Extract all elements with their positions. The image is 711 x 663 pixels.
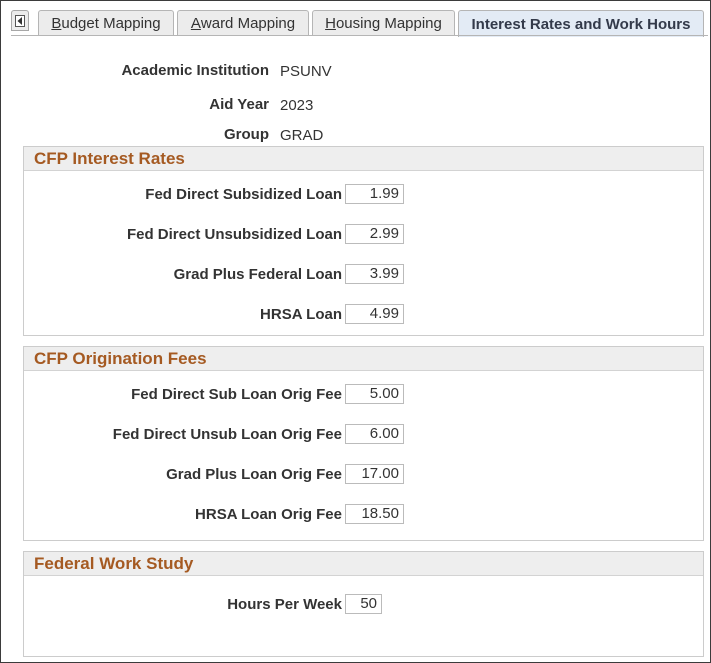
tab-budget-mapping-accesskey: B [51, 15, 62, 32]
aid-year-label: Aid Year [209, 96, 269, 113]
hrsa-loan-input[interactable]: 4.99 [345, 304, 404, 324]
aid-year-value: 2023 [280, 97, 314, 114]
cfp-origination-fees-section: CFP Origination Fees Fed Direct Sub Loan… [23, 346, 704, 541]
tab-divider [11, 35, 708, 36]
hrsa-orig-fee-label: HRSA Loan Orig Fee [195, 506, 342, 523]
tab-award-mapping-label: ward Mapping [200, 15, 296, 32]
grad-plus-orig-fee-row: Grad Plus Loan Orig Fee 17.00 [24, 464, 703, 486]
fed-direct-sub-orig-fee-label: Fed Direct Sub Loan Orig Fee [131, 386, 342, 403]
grad-plus-federal-loan-label: Grad Plus Federal Loan [173, 266, 342, 283]
grad-plus-orig-fee-label: Grad Plus Loan Orig Fee [166, 466, 342, 483]
federal-work-study-title: Federal Work Study [24, 552, 703, 576]
academic-institution-value: PSUNV [280, 63, 332, 80]
academic-institution-label: Academic Institution [121, 62, 269, 79]
fed-direct-sub-orig-fee-row: Fed Direct Sub Loan Orig Fee 5.00 [24, 384, 703, 406]
fed-direct-unsub-orig-fee-input[interactable]: 6.00 [345, 424, 404, 444]
hrsa-orig-fee-row: HRSA Loan Orig Fee 18.50 [24, 504, 703, 526]
fed-direct-subsidized-loan-label: Fed Direct Subsidized Loan [145, 186, 342, 203]
hours-per-week-input[interactable]: 50 [345, 594, 382, 614]
fed-direct-subsidized-loan-row: Fed Direct Subsidized Loan 1.99 [24, 184, 703, 206]
tab-interest-rates-label: Interest Rates and Work Hours [471, 15, 691, 33]
grad-plus-federal-loan-input[interactable]: 3.99 [345, 264, 404, 284]
group-value: GRAD [280, 127, 324, 144]
cfp-origination-fees-title: CFP Origination Fees [24, 347, 703, 371]
tab-scroll-left-button[interactable] [11, 10, 29, 31]
tab-budget-mapping[interactable]: Budget Mapping [38, 10, 174, 36]
tab-award-mapping-accesskey: A [190, 15, 201, 32]
page-frame: Budget Mapping Award Mapping Housing Map… [0, 0, 711, 663]
tab-interest-rates-work-hours[interactable]: Interest Rates and Work Hours [458, 10, 704, 37]
group-label: Group [224, 126, 269, 143]
federal-work-study-section: Federal Work Study Hours Per Week 50 [23, 551, 704, 657]
tab-housing-mapping-accesskey: H [325, 15, 336, 32]
cfp-interest-rates-title: CFP Interest Rates [24, 147, 703, 171]
grad-plus-federal-loan-row: Grad Plus Federal Loan 3.99 [24, 264, 703, 286]
fed-direct-unsub-orig-fee-label: Fed Direct Unsub Loan Orig Fee [112, 426, 342, 443]
hrsa-loan-row: HRSA Loan 4.99 [24, 304, 703, 326]
hrsa-orig-fee-input[interactable]: 18.50 [345, 504, 404, 524]
tab-housing-mapping-label: ousing Mapping [335, 15, 442, 32]
cfp-interest-rates-section: CFP Interest Rates Fed Direct Subsidized… [23, 146, 704, 336]
grad-plus-orig-fee-input[interactable]: 17.00 [345, 464, 404, 484]
fed-direct-unsubsidized-loan-label: Fed Direct Unsubsidized Loan [126, 226, 342, 243]
tab-award-mapping[interactable]: Award Mapping [177, 10, 309, 36]
fed-direct-sub-orig-fee-input[interactable]: 5.00 [345, 384, 404, 404]
fed-direct-unsubsidized-loan-input[interactable]: 2.99 [345, 224, 404, 244]
fed-direct-subsidized-loan-input[interactable]: 1.99 [345, 184, 404, 204]
fed-direct-unsubsidized-loan-row: Fed Direct Unsubsidized Loan 2.99 [24, 224, 703, 246]
hours-per-week-label: Hours Per Week [227, 596, 342, 613]
hrsa-loan-label: HRSA Loan [260, 306, 342, 323]
fed-direct-unsub-orig-fee-row: Fed Direct Unsub Loan Orig Fee 6.00 [24, 424, 703, 446]
chevron-left-icon [15, 14, 25, 27]
tab-housing-mapping[interactable]: Housing Mapping [312, 10, 455, 36]
tab-budget-mapping-label: udget Mapping [61, 15, 161, 32]
hours-per-week-row: Hours Per Week 50 [24, 594, 703, 616]
